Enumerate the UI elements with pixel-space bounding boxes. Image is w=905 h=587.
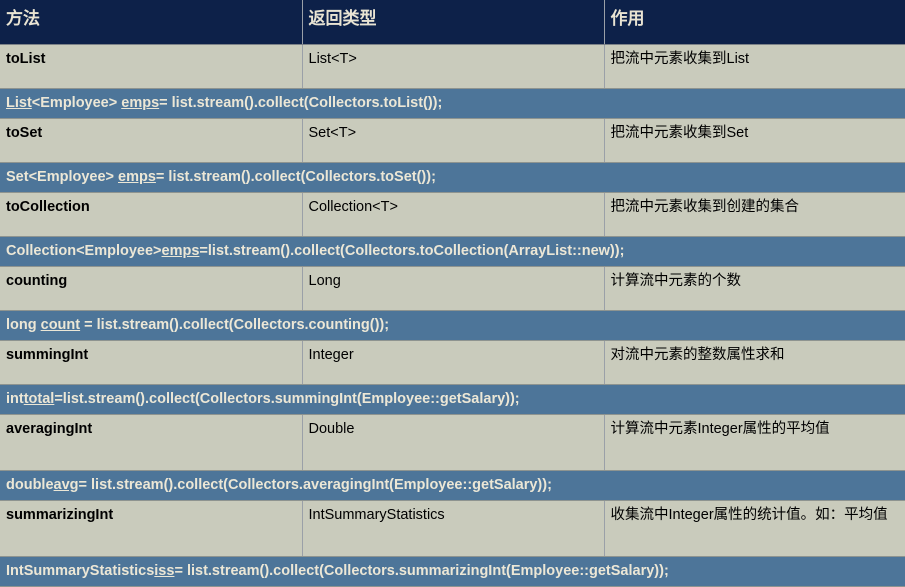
table-row: toSet Set<T> 把流中元素收集到Set bbox=[0, 118, 905, 163]
code-example-row: Collection<Employee>emps=list.stream().c… bbox=[0, 236, 905, 267]
cell-method-name: toList bbox=[0, 44, 303, 89]
code-text: long bbox=[6, 316, 41, 333]
code-text: <Employee> bbox=[31, 94, 122, 111]
code-text: int bbox=[6, 390, 24, 407]
column-header-method: 方法 bbox=[0, 0, 303, 45]
column-header-return-type: 返回类型 bbox=[302, 0, 605, 45]
code-identifier: emps bbox=[118, 168, 156, 185]
code-text: IntSummaryStatistics bbox=[6, 562, 155, 579]
code-example: long count = list.stream().collect(Colle… bbox=[0, 310, 905, 341]
cell-return-type: Integer bbox=[302, 340, 605, 385]
table-row: toCollection Collection<T> 把流中元素收集到创建的集合 bbox=[0, 192, 905, 237]
cell-description: 对流中元素的整数属性求和 bbox=[604, 340, 905, 385]
code-example-row: IntSummaryStatisticsiss= list.stream().c… bbox=[0, 556, 905, 587]
cell-description: 把流中元素收集到List bbox=[604, 44, 905, 89]
code-text: Collection<Employee> bbox=[6, 242, 162, 259]
table-row: summingInt Integer 对流中元素的整数属性求和 bbox=[0, 340, 905, 385]
cell-description: 收集流中Integer属性的统计值。如：平均值 bbox=[604, 500, 905, 557]
code-example: inttotal=list.stream().collect(Collector… bbox=[0, 384, 905, 415]
code-example: IntSummaryStatisticsiss= list.stream().c… bbox=[0, 556, 905, 587]
code-example: Set<Employee> emps= list.stream().collec… bbox=[0, 162, 905, 193]
collectors-reference-table: 方法 返回类型 作用 toList List<T> 把流中元素收集到List List… bbox=[0, 0, 905, 587]
cell-description: 计算流中元素Integer属性的平均值 bbox=[604, 414, 905, 471]
cell-method-name: summingInt bbox=[0, 340, 303, 385]
code-identifier: List bbox=[6, 94, 32, 111]
cell-description: 把流中元素收集到创建的集合 bbox=[604, 192, 905, 237]
code-example: doubleavg= list.stream().collect(Collect… bbox=[0, 470, 905, 501]
code-text: = list.stream().collect(Collectors.count… bbox=[80, 316, 390, 333]
table-header: 方法 返回类型 作用 bbox=[0, 0, 905, 45]
code-example-row: inttotal=list.stream().collect(Collector… bbox=[0, 384, 905, 415]
code-example-row: List<Employee> emps= list.stream().colle… bbox=[0, 88, 905, 119]
code-identifier: total bbox=[23, 390, 55, 407]
code-text: = list.stream().collect(Collectors.summa… bbox=[174, 562, 669, 579]
table-row: averagingInt Double 计算流中元素Integer属性的平均值 bbox=[0, 414, 905, 471]
code-example-row: doubleavg= list.stream().collect(Collect… bbox=[0, 470, 905, 501]
code-text: = list.stream().collect(Collectors.toLis… bbox=[159, 94, 443, 111]
cell-method-name: counting bbox=[0, 266, 303, 311]
code-text: = list.stream().collect(Collectors.toSet… bbox=[155, 168, 436, 185]
cell-method-name: toSet bbox=[0, 118, 303, 163]
code-text: double bbox=[6, 476, 54, 493]
table-body: toList List<T> 把流中元素收集到List List<Employee> … bbox=[0, 44, 905, 587]
cell-method-name: toCollection bbox=[0, 192, 303, 237]
code-example: List<Employee> emps= list.stream().colle… bbox=[0, 88, 905, 119]
cell-return-type: Long bbox=[302, 266, 605, 311]
code-text: Set<Employee> bbox=[6, 168, 119, 185]
cell-method-name: summarizingInt bbox=[0, 500, 303, 557]
code-identifier: iss bbox=[154, 562, 175, 579]
cell-method-name: averagingInt bbox=[0, 414, 303, 471]
table-row: summarizingInt IntSummaryStatistics 收集流中In… bbox=[0, 500, 905, 557]
table-row: toList List<T> 把流中元素收集到List bbox=[0, 44, 905, 89]
cell-return-type: Double bbox=[302, 414, 605, 471]
code-text: =list.stream().collect(Collectors.summin… bbox=[54, 390, 520, 407]
cell-description: 把流中元素收集到Set bbox=[604, 118, 905, 163]
table-header-row: 方法 返回类型 作用 bbox=[0, 0, 905, 45]
code-example: Collection<Employee>emps=list.stream().c… bbox=[0, 236, 905, 267]
code-text: = list.stream().collect(Collectors.avera… bbox=[78, 476, 552, 493]
code-example-row: long count = list.stream().collect(Colle… bbox=[0, 310, 905, 341]
cell-return-type: List<T> bbox=[302, 44, 605, 89]
cell-return-type: Set<T> bbox=[302, 118, 605, 163]
code-identifier: avg bbox=[53, 476, 79, 493]
code-example-row: Set<Employee> emps= list.stream().collec… bbox=[0, 162, 905, 193]
code-identifier: count bbox=[40, 316, 81, 333]
column-header-description: 作用 bbox=[604, 0, 905, 45]
cell-description: 计算流中元素的个数 bbox=[604, 266, 905, 311]
table-row: counting Long 计算流中元素的个数 bbox=[0, 266, 905, 311]
code-identifier: emps bbox=[121, 94, 160, 111]
cell-return-type: Collection<T> bbox=[302, 192, 605, 237]
cell-return-type: IntSummaryStatistics bbox=[302, 500, 605, 557]
code-identifier: emps bbox=[161, 242, 200, 259]
code-text: =list.stream().collect(Collectors.toColl… bbox=[199, 242, 625, 259]
